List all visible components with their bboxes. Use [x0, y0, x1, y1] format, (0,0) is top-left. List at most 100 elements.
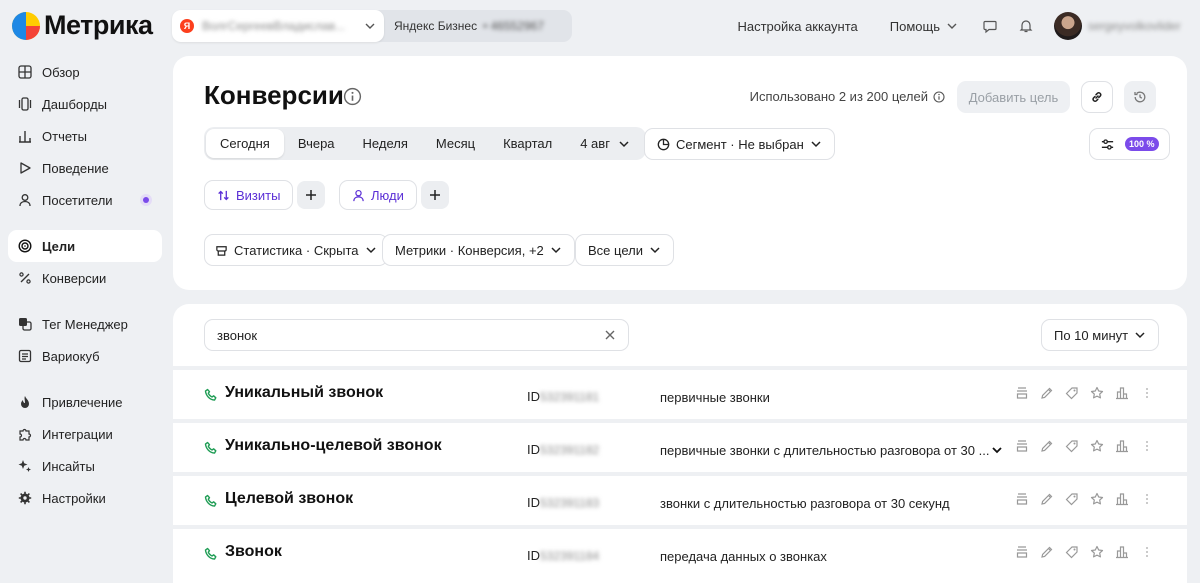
phone-icon — [204, 494, 217, 507]
goal-row[interactable]: Уникально-целевой звонок ID 532391182 пер… — [173, 419, 1187, 469]
goal-actions — [1015, 492, 1154, 506]
expand-chevron-icon[interactable] — [990, 443, 1004, 457]
chevron-down-icon — [365, 23, 375, 29]
search-input[interactable]: звонок — [217, 328, 257, 343]
add-goal-button[interactable]: Добавить цель — [957, 81, 1070, 113]
sidebar-item-conversions[interactable]: Конверсии — [8, 262, 162, 294]
goal-name[interactable]: Звонок — [225, 543, 282, 561]
label-tag-icon[interactable] — [1065, 439, 1079, 453]
more-vertical-icon[interactable] — [1140, 439, 1154, 453]
chat-icon[interactable] — [982, 18, 998, 34]
sidebar-item-dashboards[interactable]: Дашборды — [8, 88, 162, 120]
goal-id-value: 532391183 — [540, 495, 600, 510]
edit-pencil-icon[interactable] — [1040, 386, 1054, 400]
sidebar-item-goals[interactable]: Цели — [8, 230, 162, 262]
sidebar-item-settings[interactable]: Настройки — [8, 482, 162, 514]
business-label: Яндекс Бизнес — [394, 19, 478, 33]
search-field[interactable]: звонок — [204, 319, 629, 351]
goal-row[interactable]: Звонок ID 532391184 передача данных о зво… — [173, 525, 1187, 575]
info-icon[interactable] — [343, 87, 362, 106]
counter-name: ВолгСергеевВладислав... — [202, 19, 346, 33]
period-month[interactable]: Месяц — [422, 129, 489, 158]
sidebar-item-variocube[interactable]: Вариокуб — [8, 340, 162, 372]
sidebar-item-label: Тег Менеджер — [42, 316, 128, 332]
report-chart-icon[interactable] — [1115, 439, 1129, 453]
interval-select[interactable]: По 10 минут — [1041, 319, 1160, 351]
sidebar-item-label: Вариокуб — [42, 348, 100, 364]
grid-icon — [18, 65, 32, 79]
period-quarter[interactable]: Квартал — [489, 129, 566, 158]
sidebar-item-label: Дашборды — [42, 96, 107, 112]
edit-pencil-icon[interactable] — [1040, 492, 1054, 506]
report-chart-icon[interactable] — [1115, 545, 1129, 559]
add-visits-button[interactable] — [297, 181, 325, 209]
more-vertical-icon[interactable] — [1140, 545, 1154, 559]
history-button[interactable] — [1124, 81, 1156, 113]
goal-row[interactable]: Уникальный звонок ID 532391181 первичные … — [173, 366, 1187, 416]
metrika-logo-icon — [12, 11, 40, 40]
segment-select[interactable]: Сегмент · Не выбран — [644, 128, 835, 160]
goal-id: ID 532391182 — [527, 442, 610, 457]
sidebar-item-insights[interactable]: Инсайты — [8, 450, 162, 482]
sparkles-icon — [18, 460, 31, 472]
brand-logo[interactable]: Метрика — [12, 10, 153, 41]
label-tag-icon[interactable] — [1065, 386, 1079, 400]
account-settings-link[interactable]: Настройка аккаунта — [737, 19, 857, 34]
copy-link-button[interactable] — [1081, 81, 1113, 113]
date-picker[interactable]: 4 авг — [566, 129, 644, 158]
period-today[interactable]: Сегодня — [206, 129, 284, 158]
metrics-select[interactable]: Метрики · Конверсия, +2 — [382, 234, 575, 266]
archive-icon[interactable] — [1015, 439, 1029, 453]
sidebar-item-tag-manager[interactable]: Тег Менеджер — [8, 308, 162, 340]
goal-name[interactable]: Целевой звонок — [225, 490, 353, 508]
info-icon[interactable] — [933, 90, 945, 103]
star-icon[interactable] — [1090, 386, 1104, 400]
add-people-button[interactable] — [421, 181, 449, 209]
interval-label: По 10 минут — [1054, 327, 1129, 343]
more-vertical-icon[interactable] — [1140, 386, 1154, 400]
dashboards-icon — [18, 97, 32, 111]
archive-icon[interactable] — [1015, 492, 1029, 506]
history-icon — [1134, 91, 1146, 103]
business-account[interactable]: Яндекс Бизнес • 46552967 — [384, 19, 549, 33]
all-goals-select[interactable]: Все цели — [575, 234, 674, 266]
link-icon — [1092, 92, 1102, 102]
sidebar-item-integrations[interactable]: Интеграции — [8, 418, 162, 450]
star-icon[interactable] — [1090, 545, 1104, 559]
bell-icon[interactable] — [1018, 18, 1034, 34]
visits-button[interactable]: Визиты — [204, 180, 294, 210]
label-tag-icon[interactable] — [1065, 492, 1079, 506]
goal-id-value: 532391184 — [540, 548, 600, 563]
sidebar-item-visitors[interactable]: Посетители — [8, 184, 162, 216]
phone-icon — [204, 388, 217, 401]
star-icon[interactable] — [1090, 439, 1104, 453]
people-button[interactable]: Люди — [339, 180, 417, 210]
help-menu[interactable]: Помощь — [890, 19, 958, 34]
user-login[interactable]: sergeyvolkovlider — [1088, 19, 1188, 33]
goal-name[interactable]: Уникально-целевой звонок — [225, 437, 442, 455]
goal-name[interactable]: Уникальный звонок — [225, 384, 383, 402]
sidebar-item-behavior[interactable]: Поведение — [8, 152, 162, 184]
archive-icon[interactable] — [1015, 386, 1029, 400]
sidebar-item-acquisition[interactable]: Привлечение — [8, 386, 162, 418]
goal-id: ID 532391183 — [527, 495, 610, 510]
goal-actions — [1015, 545, 1154, 559]
star-icon[interactable] — [1090, 492, 1104, 506]
report-chart-icon[interactable] — [1115, 492, 1129, 506]
report-chart-icon[interactable] — [1115, 386, 1129, 400]
period-yesterday[interactable]: Вчера — [284, 129, 349, 158]
label-tag-icon[interactable] — [1065, 545, 1079, 559]
more-vertical-icon[interactable] — [1140, 492, 1154, 506]
archive-icon[interactable] — [1015, 545, 1029, 559]
period-week[interactable]: Неделя — [349, 129, 422, 158]
edit-pencil-icon[interactable] — [1040, 545, 1054, 559]
statistics-select[interactable]: Статистика · Скрыта — [204, 234, 388, 266]
edit-pencil-icon[interactable] — [1040, 439, 1054, 453]
avatar[interactable] — [1054, 12, 1082, 40]
sidebar-item-overview[interactable]: Обзор — [8, 56, 162, 88]
close-icon[interactable] — [604, 329, 616, 341]
goal-row[interactable]: Целевой звонок ID 532391183 звонки с длит… — [173, 472, 1187, 522]
counter-select[interactable]: Я ВолгСергеевВладислав... — [172, 10, 384, 42]
sidebar-item-reports[interactable]: Отчеты — [8, 120, 162, 152]
sampling-settings-button[interactable]: 100 % — [1089, 128, 1170, 160]
